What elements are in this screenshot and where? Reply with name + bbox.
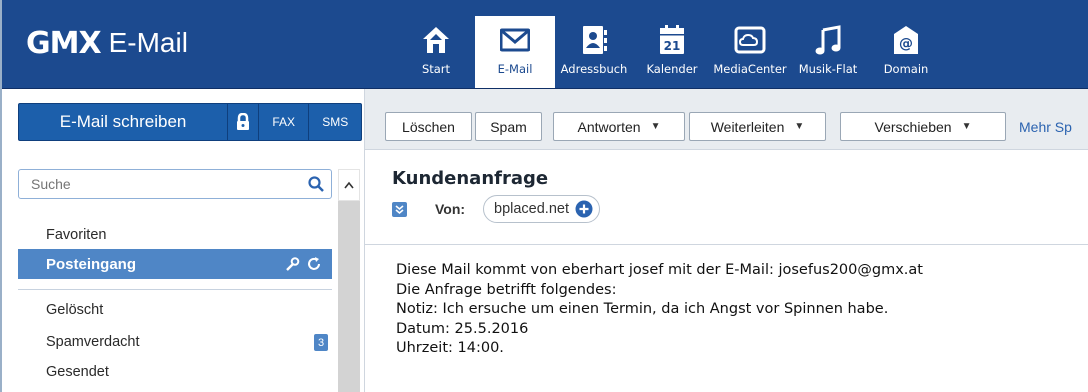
nav-adressbuch-label: Adressbuch bbox=[560, 62, 628, 76]
scroll-up-button[interactable] bbox=[338, 169, 360, 201]
nav-musik-flat-label: Musik-Flat bbox=[798, 62, 858, 76]
folder-spamverdacht[interactable]: Spamverdacht bbox=[46, 334, 140, 350]
move-label: Verschieben bbox=[874, 118, 952, 135]
cloud-icon bbox=[733, 22, 767, 58]
chevron-double-down-icon bbox=[395, 205, 404, 215]
gmx-logo[interactable]: GMX E-Mail bbox=[26, 18, 188, 68]
header-separator bbox=[365, 244, 1088, 245]
forward-dropdown[interactable]: Weiterleiten ▼ bbox=[689, 112, 826, 141]
lock-icon bbox=[237, 113, 250, 130]
product-name: E-Mail bbox=[108, 27, 188, 58]
nav-email[interactable]: E-Mail bbox=[475, 16, 555, 88]
compose-email-button[interactable]: E-Mail schreiben bbox=[19, 104, 229, 140]
spam-count-badge: 3 bbox=[314, 334, 328, 351]
search-box bbox=[18, 169, 332, 199]
chevron-down-icon: ▼ bbox=[794, 121, 805, 132]
wrench-icon[interactable] bbox=[284, 256, 300, 272]
sidebar: E-Mail schreiben FAX SMS Favoriten Poste… bbox=[0, 89, 365, 392]
folder-scrollbar[interactable] bbox=[338, 169, 360, 392]
main-nav: Start E-Mail Adressbuch 21 Kalender Medi… bbox=[397, 16, 945, 88]
chevron-down-icon: ▼ bbox=[650, 121, 661, 132]
reply-dropdown[interactable]: Antworten ▼ bbox=[553, 112, 685, 141]
top-header: GMX E-Mail Start E-Mail Adressbuch 21 Ka… bbox=[0, 0, 1088, 89]
svg-text:21: 21 bbox=[664, 39, 681, 53]
message-subject: Kundenanfrage bbox=[392, 168, 549, 189]
envelope-icon bbox=[498, 22, 532, 58]
search-input[interactable] bbox=[29, 175, 293, 193]
nav-kalender-label: Kalender bbox=[646, 62, 698, 76]
nav-musik-flat[interactable]: Musik-Flat bbox=[789, 16, 867, 88]
nav-start[interactable]: Start bbox=[397, 16, 475, 88]
more-spam-link[interactable]: Mehr Sp bbox=[1019, 119, 1072, 135]
fax-button[interactable]: FAX bbox=[259, 104, 310, 140]
nav-domain[interactable]: @ Domain bbox=[867, 16, 945, 88]
sms-button[interactable]: SMS bbox=[309, 104, 361, 140]
from-label: Von: bbox=[435, 201, 466, 217]
message-toolbar: Löschen Spam Antworten ▼ Weiterleiten ▼ Ve… bbox=[365, 89, 1088, 150]
sender-name: bplaced.net bbox=[494, 201, 569, 217]
nav-kalender[interactable]: 21 Kalender bbox=[633, 16, 711, 88]
folder-geloescht[interactable]: Gelöscht bbox=[46, 302, 103, 318]
folder-gesendet[interactable]: Gesendet bbox=[46, 364, 109, 380]
chevron-up-icon bbox=[344, 181, 354, 189]
spam-button[interactable]: Spam bbox=[475, 112, 542, 141]
message-view: Kundenanfrage Von: bplaced.net Diese Mai… bbox=[365, 150, 1088, 392]
svg-text:@: @ bbox=[899, 36, 913, 52]
compose-bar: E-Mail schreiben FAX SMS bbox=[18, 103, 362, 141]
body-line: Notiz: Ich ersuche um einen Termin, da i… bbox=[396, 301, 889, 317]
addressbook-icon bbox=[577, 22, 611, 58]
search-icon[interactable] bbox=[307, 175, 325, 197]
brand-name: GMX bbox=[26, 25, 102, 61]
reply-label: Antworten bbox=[577, 118, 641, 135]
nav-mediacenter[interactable]: MediaCenter bbox=[711, 16, 789, 88]
body-line: Uhrzeit: 14:00. bbox=[396, 340, 504, 356]
add-contact-icon[interactable] bbox=[575, 200, 593, 218]
nav-email-label: E-Mail bbox=[497, 62, 533, 76]
nav-adressbuch[interactable]: Adressbuch bbox=[555, 16, 633, 88]
at-sign-icon: @ bbox=[889, 22, 923, 58]
music-note-icon bbox=[811, 22, 845, 58]
forward-label: Weiterleiten bbox=[710, 118, 785, 135]
refresh-icon[interactable] bbox=[306, 256, 322, 272]
folder-favoriten[interactable]: Favoriten bbox=[46, 227, 106, 243]
body-line: Die Anfrage betrifft folgendes: bbox=[396, 281, 617, 298]
nav-mediacenter-label: MediaCenter bbox=[713, 62, 787, 76]
body-line: Diese Mail kommt von eberhart josef mit … bbox=[396, 262, 923, 278]
folder-posteingang-label: Posteingang bbox=[46, 255, 137, 273]
sender-chip[interactable]: bplaced.net bbox=[483, 195, 600, 223]
calendar-icon: 21 bbox=[655, 22, 689, 58]
move-dropdown[interactable]: Verschieben ▼ bbox=[840, 112, 1006, 141]
folder-divider bbox=[18, 289, 332, 290]
message-body: Diese Mail kommt von eberhart josef mit … bbox=[396, 261, 923, 359]
nav-start-label: Start bbox=[421, 62, 451, 76]
expand-header-button[interactable] bbox=[392, 202, 407, 217]
window-edge bbox=[0, 0, 2, 392]
chevron-down-icon: ▼ bbox=[961, 121, 972, 132]
nav-domain-label: Domain bbox=[883, 62, 929, 76]
secure-compose-button[interactable] bbox=[228, 104, 259, 140]
delete-button[interactable]: Löschen bbox=[385, 112, 472, 141]
body-line: Datum: 25.5.2016 bbox=[396, 320, 529, 337]
folder-posteingang[interactable]: Posteingang bbox=[18, 249, 332, 279]
home-icon bbox=[419, 22, 453, 58]
